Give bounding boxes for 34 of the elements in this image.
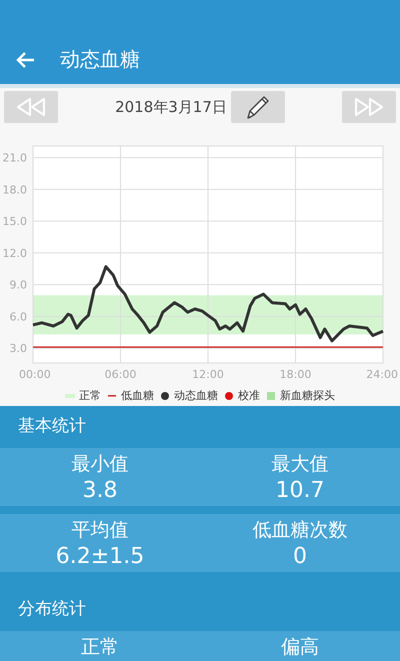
- stat-value: 0: [292, 543, 308, 571]
- y-axis-label: 15.0: [2, 215, 27, 228]
- y-axis-label: 3.0: [10, 342, 27, 356]
- x-axis-label: 12:00: [192, 368, 224, 381]
- rewind-icon: [15, 97, 47, 117]
- x-axis-label: 00:00: [19, 368, 51, 381]
- stat-value: 3.8: [82, 477, 118, 505]
- date-label: 2018年3月17日: [115, 96, 227, 118]
- legend-label: 低血糖: [121, 388, 154, 404]
- y-axis-label: 9.0: [10, 278, 27, 292]
- legend-label: 校准: [238, 388, 260, 404]
- stat-label: 正常: [80, 635, 120, 659]
- stat-label: 最大值: [270, 452, 330, 476]
- section-title: 基本统计: [17, 415, 87, 438]
- legend-label: 正常: [79, 388, 101, 404]
- x-axis-label: 18:00: [280, 368, 312, 381]
- stat-label: 偏高: [280, 635, 320, 659]
- stat-label: 最小值: [70, 452, 130, 476]
- screen-title: 动态血糖: [60, 46, 140, 73]
- edit-button[interactable]: [230, 91, 285, 123]
- legend-label: 新血糖探头: [280, 388, 335, 404]
- y-axis-label: 18.0: [2, 183, 27, 196]
- stat-label: 平均值: [70, 518, 130, 542]
- y-axis-label: 21.0: [2, 152, 27, 165]
- y-axis-label: 6.0: [10, 310, 27, 324]
- x-axis-label: 24:00: [366, 368, 398, 381]
- fast-forward-icon: [353, 97, 385, 117]
- stat-label: 低血糖次数: [252, 518, 348, 542]
- stat-value: 10.7: [274, 477, 326, 505]
- y-axis-label: 12.0: [2, 246, 27, 260]
- x-axis-label: 06:00: [104, 368, 136, 381]
- legend-label: 动态血糖: [174, 388, 218, 404]
- stat-value: 6.2±1.5: [54, 543, 146, 571]
- section-title: 分布统计: [17, 598, 87, 622]
